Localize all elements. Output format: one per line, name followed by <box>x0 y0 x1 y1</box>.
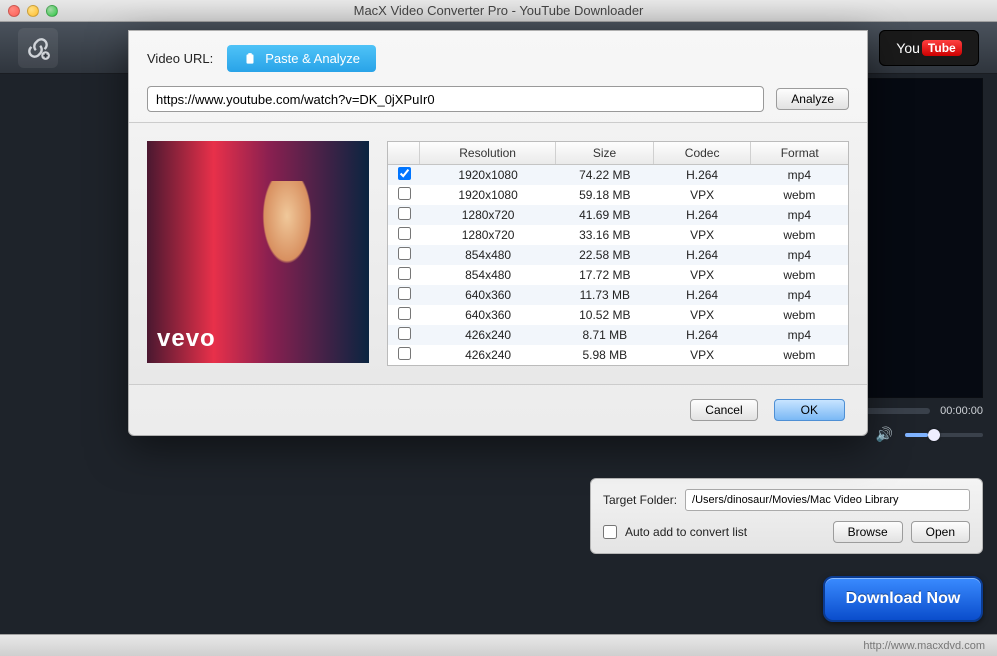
cell-resolution: 426x240 <box>420 348 556 362</box>
cell-size: 11.73 MB <box>556 288 653 302</box>
open-button[interactable]: Open <box>911 521 970 543</box>
row-checkbox[interactable] <box>398 327 411 340</box>
row-checkbox[interactable] <box>398 267 411 280</box>
footer-url: http://www.macxdvd.com <box>863 640 985 652</box>
cell-format: webm <box>751 188 848 202</box>
cell-size: 22.58 MB <box>556 248 653 262</box>
cell-resolution: 1920x1080 <box>420 188 556 202</box>
cell-codec: VPX <box>653 188 750 202</box>
table-row[interactable]: 426x2408.71 MBH.264mp4 <box>388 325 848 345</box>
table-row[interactable]: 1920x108074.22 MBH.264mp4 <box>388 165 848 185</box>
cell-resolution: 854x480 <box>420 248 556 262</box>
row-checkbox[interactable] <box>398 207 411 220</box>
vevo-watermark: vevo <box>157 325 216 353</box>
window-title: MacX Video Converter Pro - YouTube Downl… <box>0 3 997 18</box>
col-resolution: Resolution <box>420 142 556 164</box>
auto-add-checkbox[interactable] <box>603 525 617 539</box>
cell-codec: VPX <box>653 268 750 282</box>
video-url-label: Video URL: <box>147 51 213 66</box>
row-checkbox[interactable] <box>398 287 411 300</box>
col-format: Format <box>751 142 848 164</box>
youtube-downloader-dialog: Video URL: Paste & Analyze Analyze vevo … <box>128 30 868 436</box>
row-checkbox[interactable] <box>398 167 411 180</box>
cell-resolution: 854x480 <box>420 268 556 282</box>
volume-slider[interactable] <box>905 433 983 437</box>
cell-size: 8.71 MB <box>556 328 653 342</box>
cell-size: 5.98 MB <box>556 348 653 362</box>
target-folder-label: Target Folder: <box>603 493 677 507</box>
cell-codec: VPX <box>653 348 750 362</box>
cell-format: mp4 <box>751 288 848 302</box>
clipboard-icon <box>243 52 257 66</box>
titlebar: MacX Video Converter Pro - YouTube Downl… <box>0 0 997 22</box>
table-row[interactable]: 640x36010.52 MBVPXwebm <box>388 305 848 325</box>
cell-codec: H.264 <box>653 248 750 262</box>
cell-codec: H.264 <box>653 208 750 222</box>
paste-analyze-button[interactable]: Paste & Analyze <box>227 45 376 72</box>
cell-resolution: 640x360 <box>420 308 556 322</box>
row-checkbox[interactable] <box>398 187 411 200</box>
cell-size: 59.18 MB <box>556 188 653 202</box>
browse-button[interactable]: Browse <box>833 521 903 543</box>
speaker-icon[interactable]: 🔊 <box>876 426 893 443</box>
add-link-button[interactable] <box>18 28 58 68</box>
zoom-window-button[interactable] <box>46 5 58 17</box>
cell-size: 74.22 MB <box>556 168 653 182</box>
cell-format: webm <box>751 348 848 362</box>
col-size: Size <box>556 142 654 164</box>
cell-format: webm <box>751 228 848 242</box>
cell-format: webm <box>751 268 848 282</box>
statusbar: http://www.macxdvd.com <box>0 634 997 656</box>
cell-format: webm <box>751 308 848 322</box>
cell-size: 33.16 MB <box>556 228 653 242</box>
table-row[interactable]: 854x48022.58 MBH.264mp4 <box>388 245 848 265</box>
cell-resolution: 1280x720 <box>420 228 556 242</box>
cell-codec: H.264 <box>653 168 750 182</box>
youtube-logo: You Tube <box>879 30 979 66</box>
cell-codec: H.264 <box>653 328 750 342</box>
row-checkbox[interactable] <box>398 347 411 360</box>
analyze-button[interactable]: Analyze <box>776 88 849 110</box>
cell-size: 41.69 MB <box>556 208 653 222</box>
link-plus-icon <box>25 35 51 61</box>
cell-size: 10.52 MB <box>556 308 653 322</box>
table-row[interactable]: 426x2405.98 MBVPXwebm <box>388 345 848 365</box>
auto-add-label: Auto add to convert list <box>625 525 825 539</box>
table-row[interactable]: 1280x72033.16 MBVPXwebm <box>388 225 848 245</box>
cell-codec: H.264 <box>653 288 750 302</box>
row-checkbox[interactable] <box>398 227 411 240</box>
download-now-button[interactable]: Download Now <box>823 576 983 622</box>
target-folder-input[interactable] <box>685 489 970 511</box>
table-row[interactable]: 1920x108059.18 MBVPXwebm <box>388 185 848 205</box>
table-row[interactable]: 1280x72041.69 MBH.264mp4 <box>388 205 848 225</box>
target-panel: Target Folder: Auto add to convert list … <box>590 478 983 554</box>
cell-codec: VPX <box>653 228 750 242</box>
video-url-input[interactable] <box>147 86 764 112</box>
cell-size: 17.72 MB <box>556 268 653 282</box>
table-row[interactable]: 640x36011.73 MBH.264mp4 <box>388 285 848 305</box>
col-codec: Codec <box>654 142 752 164</box>
close-window-button[interactable] <box>8 5 20 17</box>
formats-table: Resolution Size Codec Format 1920x108074… <box>387 141 849 366</box>
cell-resolution: 640x360 <box>420 288 556 302</box>
table-row[interactable]: 854x48017.72 MBVPXwebm <box>388 265 848 285</box>
cell-resolution: 1920x1080 <box>420 168 556 182</box>
ok-button[interactable]: OK <box>774 399 845 421</box>
cell-resolution: 1280x720 <box>420 208 556 222</box>
cell-format: mp4 <box>751 208 848 222</box>
row-checkbox[interactable] <box>398 307 411 320</box>
cell-codec: VPX <box>653 308 750 322</box>
cell-format: mp4 <box>751 168 848 182</box>
playback-time: 00:00:00 <box>940 405 983 417</box>
cancel-button[interactable]: Cancel <box>690 399 757 421</box>
video-thumbnail: vevo <box>147 141 369 363</box>
cell-format: mp4 <box>751 328 848 342</box>
minimize-window-button[interactable] <box>27 5 39 17</box>
cell-resolution: 426x240 <box>420 328 556 342</box>
cell-format: mp4 <box>751 248 848 262</box>
row-checkbox[interactable] <box>398 247 411 260</box>
